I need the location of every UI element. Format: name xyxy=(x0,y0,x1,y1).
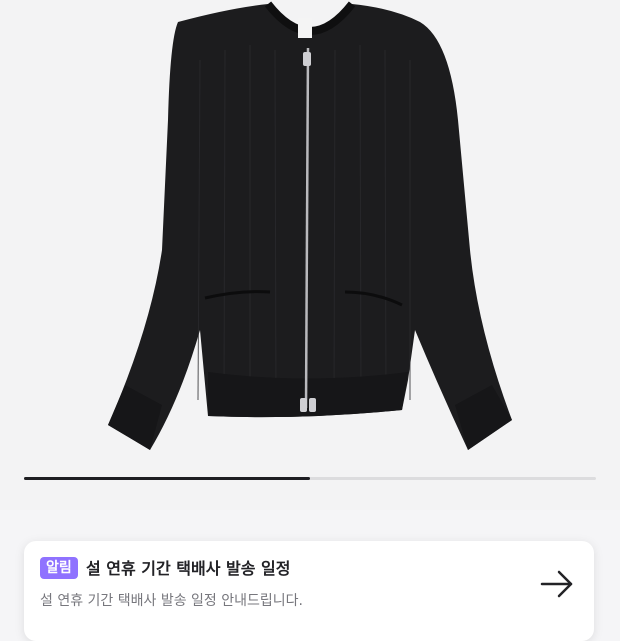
zipper-pull-bottom-left xyxy=(300,398,307,412)
carousel-progress-bar xyxy=(24,477,596,480)
notice-card[interactable]: 알림 설 연휴 기간 택배사 발송 일정 설 연휴 기간 택배사 발송 일정 안… xyxy=(24,541,594,641)
product-image[interactable] xyxy=(0,0,620,510)
cardigan-illustration xyxy=(108,1,512,450)
zipper-pull-top xyxy=(303,52,311,66)
zipper-pull-bottom-right xyxy=(309,398,316,412)
carousel-progress-fill xyxy=(24,477,310,480)
hem-band xyxy=(208,372,408,418)
notice-subtitle: 설 연휴 기간 택배사 발송 일정 안내드립니다. xyxy=(40,593,303,609)
label-tag xyxy=(298,18,312,38)
arrow-right-icon[interactable] xyxy=(539,569,575,599)
notice-title: 설 연휴 기간 택배사 발송 일정 xyxy=(86,559,291,578)
notice-badge: 알림 xyxy=(40,557,78,579)
